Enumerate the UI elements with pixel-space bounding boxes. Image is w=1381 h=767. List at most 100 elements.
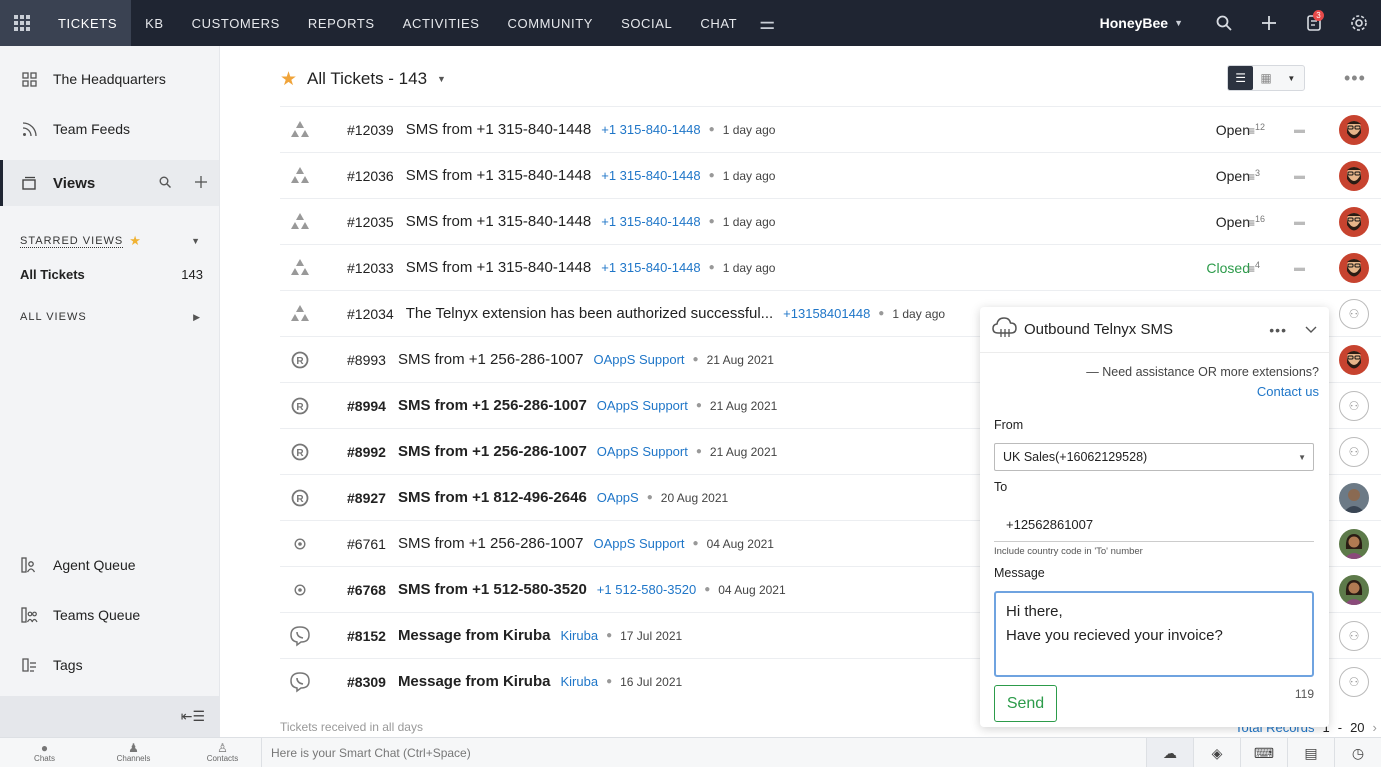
tab-kb[interactable]: KB bbox=[131, 0, 178, 46]
notifications-icon[interactable]: 3 bbox=[1291, 0, 1336, 46]
table-row[interactable]: #12039 SMS from +1 315-840-1448 +1 315-840… bbox=[280, 106, 1381, 152]
ticket-contact[interactable]: OAppS Support bbox=[597, 444, 688, 459]
sidebar-item-headquarters[interactable]: The Headquarters bbox=[0, 54, 219, 104]
ticket-subject[interactable]: SMS from +1 256-286-1007 bbox=[398, 397, 587, 414]
comment-icon[interactable]: ▬ bbox=[1294, 124, 1305, 136]
tab-customers[interactable]: CUSTOMERS bbox=[178, 0, 294, 46]
ticket-subject[interactable]: SMS from +1 812-496-2646 bbox=[398, 489, 587, 506]
ticket-subject[interactable]: The Telnyx extension has been authorized… bbox=[406, 305, 773, 322]
ticket-id[interactable]: #12035 bbox=[347, 214, 394, 230]
send-button[interactable]: Send bbox=[994, 685, 1057, 722]
sidebar-item-team-feeds[interactable]: Team Feeds bbox=[0, 104, 219, 154]
ticket-contact[interactable]: +13158401448 bbox=[783, 306, 870, 321]
ticket-contact[interactable]: OAppS bbox=[597, 490, 639, 505]
table-row[interactable]: #12035 SMS from +1 315-840-1448 +1 315-840… bbox=[280, 198, 1381, 244]
search-views-icon[interactable] bbox=[147, 175, 183, 192]
avatar[interactable] bbox=[1339, 115, 1369, 145]
ticket-contact[interactable]: Kiruba bbox=[560, 674, 598, 689]
apps-grid-icon[interactable] bbox=[0, 0, 44, 46]
ticket-id[interactable]: #6768 bbox=[347, 582, 386, 598]
ticket-id[interactable]: #12036 bbox=[347, 168, 394, 184]
comment-icon[interactable]: ▬ bbox=[1294, 170, 1305, 182]
ticket-contact[interactable]: Kiruba bbox=[560, 628, 598, 643]
smart-chat-input[interactable]: Here is your Smart Chat (Ctrl+Space) bbox=[261, 738, 1141, 767]
ticket-id[interactable]: #12039 bbox=[347, 122, 394, 138]
starred-views-header[interactable]: STARRED VIEWS ★ ▼ bbox=[0, 228, 219, 254]
ticket-contact[interactable]: OAppS Support bbox=[593, 352, 684, 367]
tab-community[interactable]: COMMUNITY bbox=[494, 0, 608, 46]
layers-icon[interactable]: ◈ bbox=[1193, 738, 1240, 767]
ticket-contact[interactable]: OAppS Support bbox=[597, 398, 688, 413]
tasks-icon[interactable]: ▤ bbox=[1287, 738, 1334, 767]
ticket-subject[interactable]: SMS from +1 315-840-1448 bbox=[406, 213, 592, 230]
view-all-tickets[interactable]: All Tickets 143 bbox=[0, 260, 219, 288]
ticket-id[interactable]: #6761 bbox=[347, 536, 386, 552]
plus-icon[interactable] bbox=[1246, 0, 1291, 46]
table-row[interactable]: #12036 SMS from +1 315-840-1448 +1 315-840… bbox=[280, 152, 1381, 198]
avatar[interactable] bbox=[1339, 207, 1369, 237]
view-switcher[interactable]: ★ All Tickets - 143 ▼ bbox=[280, 66, 446, 92]
ticket-contact[interactable]: +1 315-840-1448 bbox=[601, 260, 700, 275]
all-views-header[interactable]: ALL VIEWS ▶ bbox=[0, 304, 219, 330]
contact-us-link[interactable]: Contact us bbox=[1257, 384, 1319, 399]
org-switcher[interactable]: HoneyBee ▼ bbox=[1100, 15, 1183, 31]
ticket-subject[interactable]: SMS from +1 256-286-1007 bbox=[398, 351, 584, 368]
channels-button[interactable]: ♟ Channels bbox=[89, 738, 178, 767]
sidebar-item-tags[interactable]: Tags bbox=[0, 640, 219, 690]
next-page-icon[interactable]: › bbox=[1373, 720, 1377, 735]
table-row[interactable]: #12033 SMS from +1 315-840-1448 +1 315-840… bbox=[280, 244, 1381, 290]
add-view-icon[interactable] bbox=[183, 175, 219, 192]
tab-activities[interactable]: ACTIVITIES bbox=[389, 0, 494, 46]
comment-icon[interactable]: ▬ bbox=[1294, 262, 1305, 274]
keyboard-icon[interactable]: ⌨ bbox=[1240, 738, 1287, 767]
ticket-id[interactable]: #8152 bbox=[347, 628, 386, 644]
search-icon[interactable] bbox=[1201, 0, 1246, 46]
sidebar-item-agent-queue[interactable]: Agent Queue bbox=[0, 540, 219, 590]
sidebar-item-teams-queue[interactable]: Teams Queue bbox=[0, 590, 219, 640]
avatar[interactable] bbox=[1339, 483, 1369, 513]
avatar[interactable] bbox=[1339, 575, 1369, 605]
ticket-subject[interactable]: SMS from +1 315-840-1448 bbox=[406, 167, 592, 184]
gear-icon[interactable] bbox=[1336, 0, 1381, 46]
list-view-icon[interactable]: ☰ bbox=[1228, 66, 1253, 90]
ticket-subject[interactable]: SMS from +1 315-840-1448 bbox=[406, 121, 592, 138]
avatar[interactable] bbox=[1339, 253, 1369, 283]
to-field[interactable]: +12562861007 bbox=[994, 508, 1314, 542]
ticket-contact[interactable]: +1 315-840-1448 bbox=[601, 214, 700, 229]
more-tabs-icon[interactable]: ⚌ bbox=[755, 0, 779, 46]
unassigned-avatar-icon[interactable]: ⚇ bbox=[1339, 621, 1369, 651]
caret-down-icon[interactable]: ▼ bbox=[1279, 66, 1304, 90]
tab-reports[interactable]: REPORTS bbox=[294, 0, 389, 46]
message-textarea[interactable]: Hi there, Have you recieved your invoice… bbox=[994, 591, 1314, 677]
clock-icon[interactable]: ◷ bbox=[1334, 738, 1381, 767]
ticket-id[interactable]: #8993 bbox=[347, 352, 386, 368]
tab-social[interactable]: SOCIAL bbox=[607, 0, 686, 46]
ticket-contact[interactable]: +1 315-840-1448 bbox=[601, 122, 700, 137]
chevron-down-icon[interactable] bbox=[1305, 323, 1317, 337]
more-options-icon[interactable]: ••• bbox=[1344, 68, 1366, 89]
ticket-subject[interactable]: SMS from +1 256-286-1007 bbox=[398, 443, 587, 460]
ticket-subject[interactable]: SMS from +1 512-580-3520 bbox=[398, 581, 587, 598]
contacts-button[interactable]: ♙ Contacts bbox=[178, 738, 267, 767]
ticket-id[interactable]: #12034 bbox=[347, 306, 394, 322]
grid-view-icon[interactable]: ▦ bbox=[1253, 66, 1278, 90]
ticket-subject[interactable]: Message from Kiruba bbox=[398, 673, 551, 690]
chats-button[interactable]: ● Chats bbox=[0, 738, 89, 767]
unassigned-avatar-icon[interactable]: ⚇ bbox=[1339, 299, 1369, 329]
ticket-id[interactable]: #8992 bbox=[347, 444, 386, 460]
ticket-contact[interactable]: OAppS Support bbox=[593, 536, 684, 551]
telnyx-cloud-icon[interactable]: ☁ bbox=[1146, 738, 1193, 767]
tab-chat[interactable]: CHAT bbox=[686, 0, 751, 46]
sidebar-item-views[interactable]: Views bbox=[0, 160, 219, 206]
status-badge[interactable]: Closed bbox=[1170, 260, 1250, 276]
ticket-id[interactable]: #8994 bbox=[347, 398, 386, 414]
ticket-contact[interactable]: +1 512-580-3520 bbox=[597, 582, 696, 597]
ticket-subject[interactable]: SMS from +1 256-286-1007 bbox=[398, 535, 584, 552]
status-badge[interactable]: Open bbox=[1170, 122, 1250, 138]
avatar[interactable] bbox=[1339, 345, 1369, 375]
status-badge[interactable]: Open bbox=[1170, 214, 1250, 230]
ticket-id[interactable]: #12033 bbox=[347, 260, 394, 276]
comment-icon[interactable]: ▬ bbox=[1294, 216, 1305, 228]
from-select[interactable]: UK Sales(+16062129528) ▼ bbox=[994, 443, 1314, 471]
ticket-id[interactable]: #8927 bbox=[347, 490, 386, 506]
